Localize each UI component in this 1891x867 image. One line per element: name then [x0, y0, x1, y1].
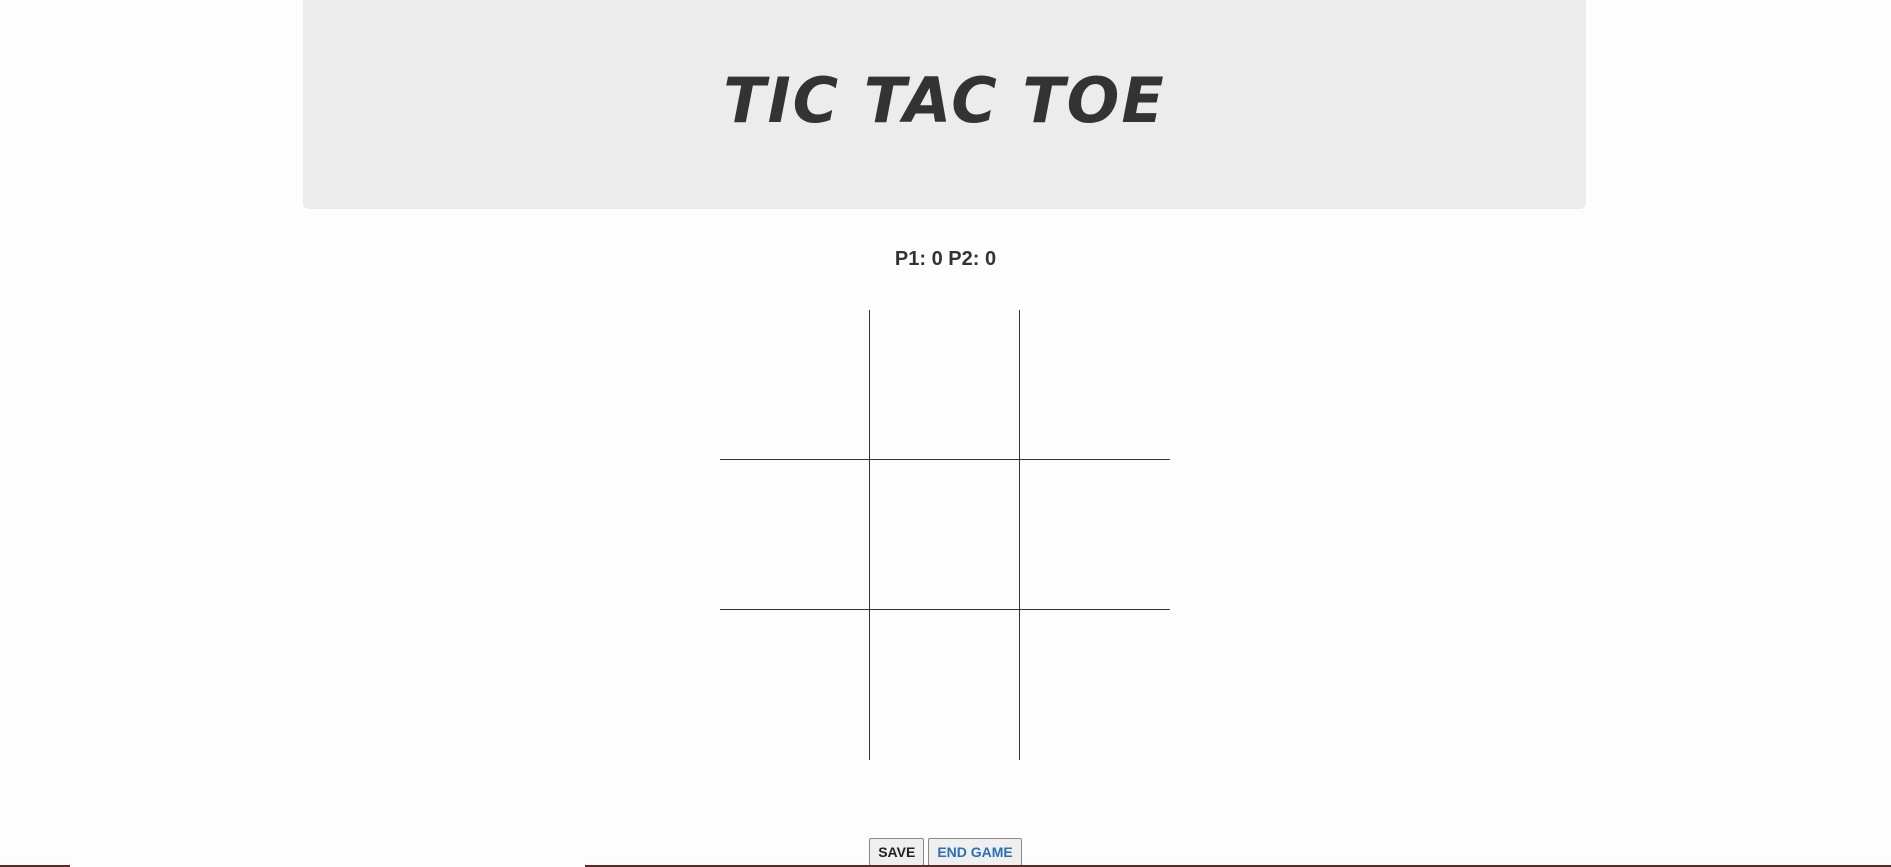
board-cell-0[interactable] [720, 310, 870, 460]
board-cell-1[interactable] [870, 310, 1020, 460]
end-game-button[interactable]: END GAME [928, 838, 1022, 866]
game-board [720, 310, 1170, 760]
header-banner: TIC TAC TOE [303, 0, 1586, 209]
board-cell-8[interactable] [1020, 610, 1170, 760]
board-cell-6[interactable] [720, 610, 870, 760]
save-button[interactable]: SAVE [869, 838, 925, 866]
page-title: TIC TAC TOE [723, 64, 1166, 137]
board-cell-7[interactable] [870, 610, 1020, 760]
board-cell-3[interactable] [720, 460, 870, 610]
board-cell-4[interactable] [870, 460, 1020, 610]
board-cell-2[interactable] [1020, 310, 1170, 460]
game-controls: SAVE END GAME [0, 838, 1891, 866]
score-display: P1: 0 P2: 0 [894, 248, 997, 270]
board-cell-5[interactable] [1020, 460, 1170, 610]
